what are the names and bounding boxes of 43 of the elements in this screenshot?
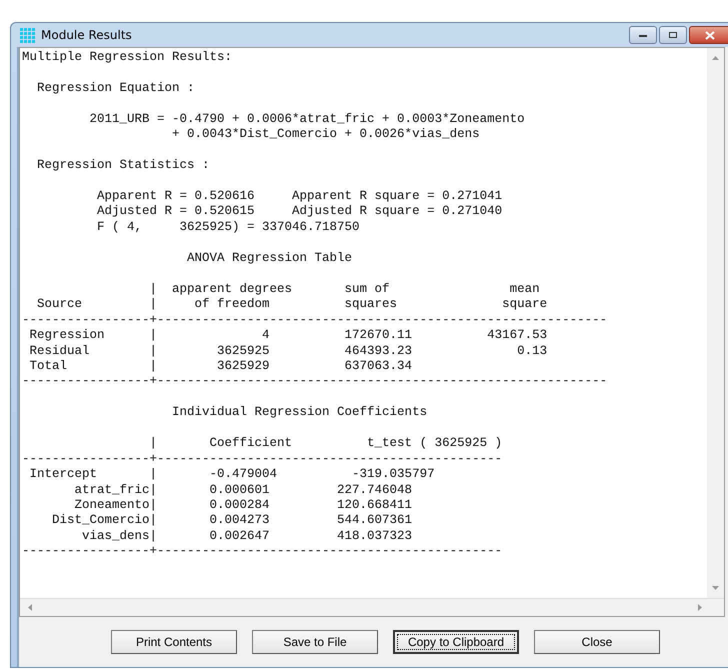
- scroll-left-icon[interactable]: [28, 604, 32, 611]
- output-line: Regression Statistics :: [36, 158, 211, 174]
- output-line: Total | 3625929 637063.34: [28, 358, 414, 374]
- table-title: ANOVA Regression Table: [186, 250, 354, 266]
- output-line: | apparent degrees sum of mean: [148, 282, 541, 298]
- output-line: Apparent R = 0.520616 Apparent R square = 0.271041: [96, 189, 504, 204]
- output-line: -----------------+----------------------------------------------: [22, 452, 504, 468]
- output-line: Regression | 4 172670.11 43167.53: [28, 328, 548, 344]
- dialog-button[interactable]: Print Contents: [111, 630, 237, 654]
- scroll-down-icon[interactable]: [712, 586, 719, 590]
- output-line: -----------------+----------------------------------------------: [22, 544, 504, 560]
- maximize-button[interactable]: [659, 26, 687, 44]
- output-line: Multiple Regression Results:: [22, 50, 234, 66]
- output-line: Regression Equation :: [36, 80, 196, 96]
- output-line: -----------------+------------------------------------------------------------: [22, 312, 608, 328]
- dialog-button[interactable]: Save to File: [252, 630, 378, 654]
- output-line: Intercept | -0.479004 -319.035797: [28, 467, 436, 483]
- table-title: Individual Regression Coefficients: [171, 405, 428, 421]
- output-line: 2011_URB = -0.4790 + 0.0006*atrat_fric + 0.0003*Zoneamento: [88, 112, 526, 128]
- output-line: Source | of freedom squares square: [36, 297, 548, 313]
- output-line: -----------------+------------------------------------------------------------: [22, 374, 608, 390]
- dialog-button[interactable]: Copy to Clipboard: [393, 630, 519, 654]
- close-button[interactable]: [689, 26, 728, 44]
- minimize-button[interactable]: [629, 26, 657, 44]
- output-line: + 0.0043*Dist_Comercio + 0.0026*vias_dens: [171, 127, 481, 143]
- output-line: F ( 4, 3625925) = 337046.718750: [96, 220, 361, 236]
- close-icon: [705, 30, 715, 40]
- dialog-button[interactable]: Close: [534, 630, 660, 654]
- output-line: Residual | 3625925 464393.23 0.13: [28, 344, 548, 359]
- output-line: Zoneamento| 0.000284 120.668411: [74, 498, 414, 514]
- scroll-right-icon[interactable]: [698, 604, 702, 611]
- vertical-scrollbar[interactable]: [707, 48, 724, 598]
- grid-icon: [19, 27, 35, 43]
- output-line: Adjusted R = 0.520615 Adjusted R square = 0.271040: [96, 204, 504, 220]
- maximize-icon: [668, 31, 678, 39]
- output-line: vias_dens| 0.002647 418.037323: [81, 528, 414, 544]
- output-line: atrat_fric| 0.000601 227.746048: [74, 482, 414, 498]
- output-line: Dist_Comercio| 0.004273 544.607361: [51, 513, 414, 529]
- scroll-up-icon[interactable]: [712, 56, 719, 60]
- minimize-icon: [638, 32, 648, 38]
- window-title: Module Results: [41, 28, 132, 42]
- horizontal-scrollbar[interactable]: [20, 598, 724, 616]
- output-line: | Coefficient t_test ( 3625925 ): [148, 436, 504, 452]
